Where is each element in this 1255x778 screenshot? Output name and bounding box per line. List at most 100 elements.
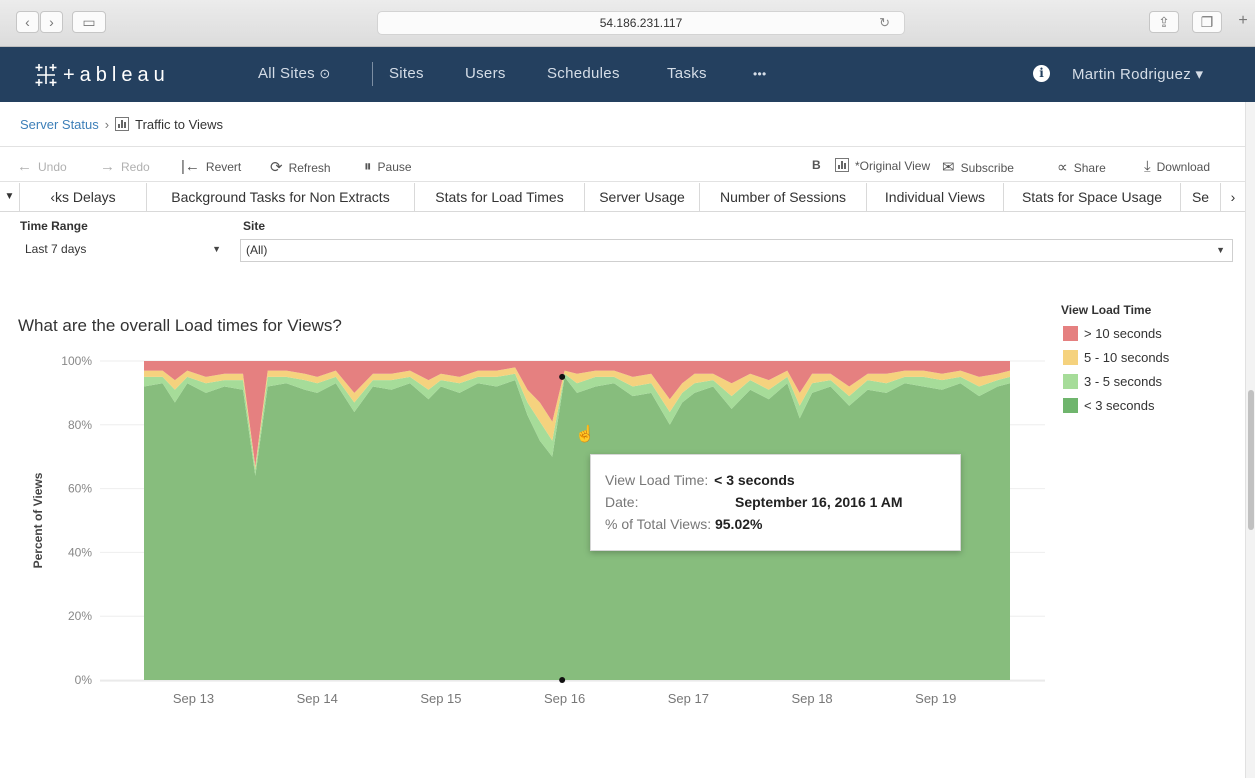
legend-swatch bbox=[1063, 326, 1078, 341]
legend-item-5-10s[interactable]: 5 - 10 seconds bbox=[1063, 350, 1169, 365]
tab-individual-views[interactable]: Individual Views bbox=[867, 183, 1004, 211]
hand-cursor-icon: ☝ bbox=[575, 426, 595, 443]
tab-server-usage[interactable]: Server Usage bbox=[585, 183, 700, 211]
tab-tasks-delays[interactable]: ‹ks Delays bbox=[20, 183, 147, 211]
download-icon: ⤓ bbox=[1144, 158, 1151, 175]
tooltip-value-date: September 16, 2016 1 AM bbox=[735, 494, 903, 510]
y-tick-label: 20% bbox=[68, 609, 92, 623]
tab-stats-load-times[interactable]: Stats for Load Times bbox=[415, 183, 585, 211]
legend-label: 3 - 5 seconds bbox=[1084, 374, 1163, 389]
revert-button[interactable]: |← Revert bbox=[181, 158, 241, 175]
revert-icon: |← bbox=[181, 158, 200, 175]
y-tick-label: 80% bbox=[68, 418, 92, 432]
y-tick-label: 60% bbox=[68, 482, 92, 496]
download-label: Download bbox=[1156, 160, 1211, 174]
x-tick-label: Sep 19 bbox=[915, 691, 956, 706]
new-tab-icon[interactable]: + bbox=[1232, 11, 1254, 33]
tab-partial[interactable]: Se bbox=[1181, 183, 1221, 211]
pause-button[interactable]: ⏸ Pause bbox=[364, 158, 412, 175]
pause-label: Pause bbox=[377, 160, 412, 174]
subscribe-label: Subscribe bbox=[960, 161, 1014, 175]
view-icon bbox=[115, 117, 130, 131]
pause-icon: ⏸ bbox=[364, 158, 372, 175]
tableau-logo[interactable]: +ableau bbox=[33, 60, 170, 90]
undo-button[interactable]: ← Undo bbox=[17, 158, 67, 175]
page-scrollbar[interactable] bbox=[1245, 102, 1255, 778]
nav-tasks[interactable]: Tasks bbox=[667, 65, 707, 82]
sidebar-icon[interactable]: ▭ bbox=[72, 11, 106, 33]
undo-label: Undo bbox=[38, 160, 67, 174]
original-view-button[interactable]: *Original View bbox=[835, 158, 930, 173]
time-range-value: Last 7 days bbox=[25, 242, 87, 256]
tabs-menu-icon[interactable]: ▼ bbox=[0, 183, 20, 211]
redo-label: Redo bbox=[121, 160, 150, 174]
legend-item-over-10s[interactable]: > 10 seconds bbox=[1063, 326, 1162, 341]
y-tick-label: 100% bbox=[61, 354, 92, 368]
breadcrumb: Server Status › Traffic to Views bbox=[0, 102, 1245, 147]
breadcrumb-separator: › bbox=[104, 116, 110, 132]
time-range-dropdown[interactable]: Last 7 days ▼ bbox=[20, 239, 228, 262]
tab-number-of-sessions[interactable]: Number of Sessions bbox=[700, 183, 867, 211]
share-button[interactable]: ∝ Share bbox=[1057, 158, 1106, 176]
tooltip-key-date: Date: bbox=[605, 494, 639, 510]
breadcrumb-server-status[interactable]: Server Status bbox=[20, 117, 99, 132]
nav-schedules[interactable]: Schedules bbox=[547, 65, 620, 82]
view-toolbar: ← Undo → Redo |← Revert ⟳ Refresh ⏸ Pause B *… bbox=[0, 148, 1245, 182]
tooltip-key-percent: % of Total Views: bbox=[605, 516, 712, 532]
site-dropdown[interactable]: (All) ▼ bbox=[240, 239, 1233, 262]
refresh-label: Refresh bbox=[288, 161, 331, 175]
more-menu-icon[interactable]: ••• bbox=[753, 67, 767, 81]
subscribe-button[interactable]: ✉ Subscribe bbox=[942, 158, 1014, 176]
share-nodes-icon: ∝ bbox=[1057, 159, 1068, 176]
tabs-icon[interactable]: ❐ bbox=[1192, 11, 1222, 33]
y-axis-label: Percent of Views bbox=[31, 472, 45, 568]
chart-tooltip: View Load Time: < 3 seconds Date: Septemb… bbox=[590, 454, 961, 551]
info-icon[interactable]: i bbox=[1033, 65, 1050, 82]
tab-stats-space-usage[interactable]: Stats for Space Usage bbox=[1004, 183, 1181, 211]
reload-icon[interactable]: ↻ bbox=[879, 12, 890, 34]
x-tick-label: Sep 13 bbox=[173, 691, 214, 706]
nav-sites[interactable]: Sites bbox=[389, 65, 424, 82]
legend-title: View Load Time bbox=[1061, 303, 1152, 317]
tab-background-tasks[interactable]: Background Tasks for Non Extracts bbox=[147, 183, 415, 211]
share-label: Share bbox=[1073, 161, 1106, 175]
legend-item-under-3s[interactable]: < 3 seconds bbox=[1063, 398, 1154, 413]
redo-arrow-icon: → bbox=[100, 158, 115, 175]
tabs-scroll-right-icon[interactable]: › bbox=[1221, 183, 1245, 211]
hover-marker-top bbox=[559, 373, 566, 380]
back-icon[interactable]: ‹ bbox=[16, 11, 39, 33]
x-tick-label: Sep 14 bbox=[297, 691, 338, 706]
forward-icon[interactable]: › bbox=[40, 11, 63, 33]
tooltip-value-percent: 95.02% bbox=[714, 516, 763, 532]
download-button[interactable]: ⤓ Download bbox=[1144, 158, 1210, 175]
nav-users[interactable]: Users bbox=[465, 65, 506, 82]
share-icon[interactable]: ⇪ bbox=[1149, 11, 1179, 33]
all-sites-label: All Sites bbox=[258, 65, 315, 82]
user-menu[interactable]: Martin Rodriguez ▾ bbox=[1072, 65, 1203, 83]
breadcrumb-current: Traffic to Views bbox=[135, 116, 224, 132]
redo-button[interactable]: → Redo bbox=[100, 158, 150, 175]
address-bar[interactable]: 54.186.231.117 ↻ bbox=[377, 11, 905, 35]
original-view-icon bbox=[835, 158, 849, 172]
tooltip-key-load-time: View Load Time: bbox=[605, 472, 709, 488]
scroll-thumb[interactable] bbox=[1248, 390, 1254, 530]
nav-all-sites[interactable]: All Sites ⊙ bbox=[258, 65, 331, 82]
browser-toolbar: ‹ › ▭ 54.186.231.117 ↻ ⇪ ❐ + bbox=[0, 0, 1255, 47]
site-label: Site bbox=[243, 219, 266, 233]
logo-wordmark: +ableau bbox=[63, 63, 170, 86]
legend-label: < 3 seconds bbox=[1084, 398, 1155, 413]
address-text: 54.186.231.117 bbox=[599, 16, 683, 30]
tableau-cross-icon bbox=[35, 64, 57, 86]
legend-label: > 10 seconds bbox=[1084, 326, 1162, 341]
chevron-circle-icon: ⊙ bbox=[319, 66, 331, 81]
time-range-dropdown-icon: ▼ bbox=[212, 244, 221, 254]
site-dropdown-icon: ▼ bbox=[1216, 245, 1225, 255]
x-tick-label: Sep 15 bbox=[420, 691, 461, 706]
refresh-button[interactable]: ⟳ Refresh bbox=[270, 158, 331, 176]
x-tick-label: Sep 18 bbox=[791, 691, 832, 706]
subscribe-envelope-icon: ✉ bbox=[942, 159, 955, 176]
x-tick-label: Sep 16 bbox=[544, 691, 585, 706]
legend-item-3-5s[interactable]: 3 - 5 seconds bbox=[1063, 374, 1162, 389]
b-label: B bbox=[812, 158, 821, 172]
x-tick-label: Sep 17 bbox=[668, 691, 709, 706]
